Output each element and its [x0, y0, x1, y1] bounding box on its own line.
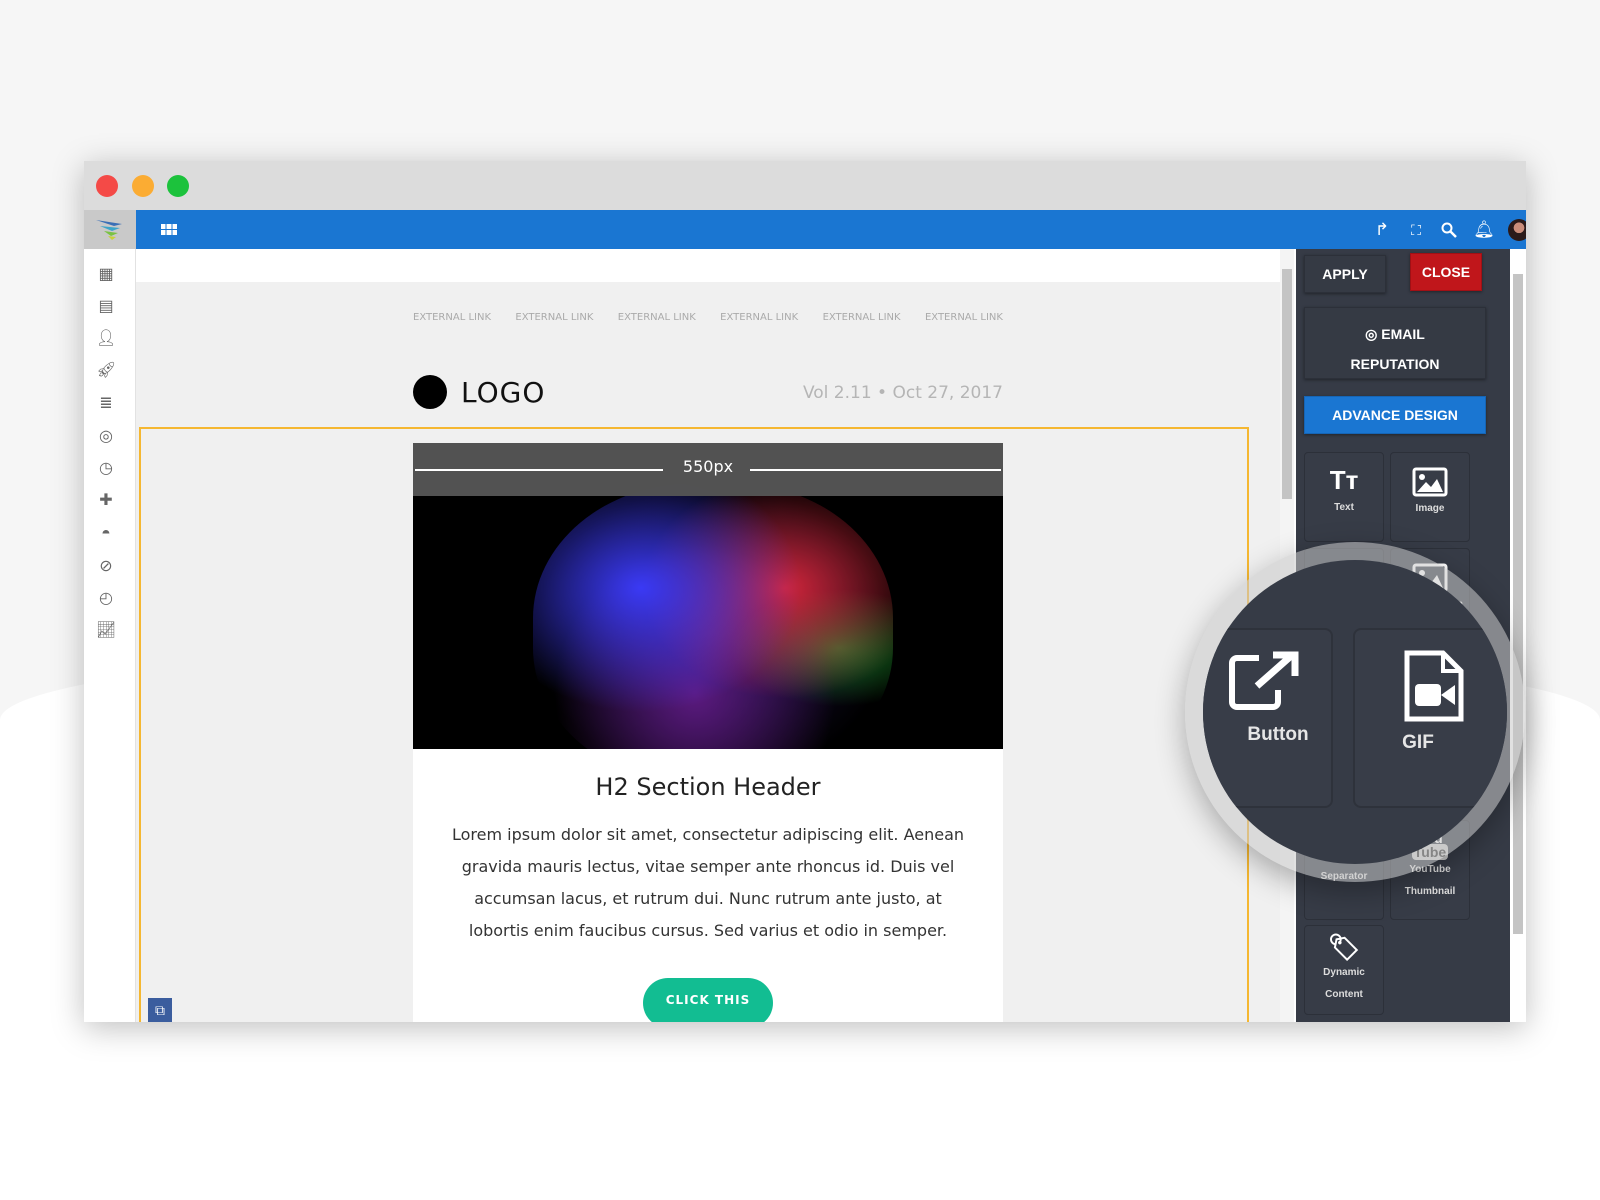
image-icon	[1412, 467, 1448, 497]
gif-tile[interactable]: GIF	[1353, 628, 1507, 808]
magnifier-callout: Button GIF	[1185, 542, 1525, 882]
hero-image[interactable]: 550px	[413, 443, 1003, 749]
chart-icon[interactable]: 📈︎	[96, 621, 116, 641]
external-link-icon	[1229, 651, 1299, 710]
external-link[interactable]: EXTERNAL LINK	[618, 312, 696, 323]
label: Content	[1325, 989, 1363, 1000]
width-indicator: 550px	[413, 443, 1003, 496]
email-canvas: EXTERNAL LINK EXTERNAL LINK EXTERNAL LIN…	[136, 249, 1294, 1022]
label: Thumbnail	[1404, 886, 1456, 897]
label: Text	[1334, 502, 1354, 513]
text-icon: Tт	[1329, 465, 1359, 495]
target-icon[interactable]: ◎	[96, 427, 116, 447]
label: REPUTATION	[1350, 356, 1440, 372]
minimize-window-button[interactable]	[132, 175, 154, 197]
label: Button	[1247, 724, 1309, 745]
external-link[interactable]: EXTERNAL LINK	[823, 312, 901, 323]
external-link[interactable]: EXTERNAL LINK	[720, 312, 798, 323]
button-tile[interactable]: Button	[1203, 628, 1333, 808]
issue-info: Vol 2.11 • Oct 27, 2017	[802, 383, 1003, 403]
bell-icon[interactable]: 🔔︎	[1473, 219, 1495, 241]
apply-button[interactable]: APPLY	[1304, 255, 1386, 293]
magnified-area: Button GIF	[1203, 560, 1507, 864]
advance-design-button[interactable]: ADVANCE DESIGN	[1304, 396, 1486, 434]
search-icon[interactable]	[1438, 219, 1460, 241]
share-icon[interactable]: ↱	[1371, 219, 1393, 241]
title-bar	[84, 161, 1526, 210]
clock-icon[interactable]: ◷	[96, 459, 116, 479]
menu-grid-icon[interactable]	[158, 219, 180, 241]
dashboard-icon[interactable]: ▦	[96, 265, 116, 285]
canvas-top-strip	[136, 249, 1280, 282]
scroll-thumb[interactable]	[1282, 269, 1292, 499]
maximize-window-button[interactable]	[167, 175, 189, 197]
copy-icon[interactable]: ⧉	[148, 998, 172, 1022]
scroll-thumb[interactable]	[1513, 274, 1523, 934]
email-content-block[interactable]: 550px H2 Section Header Lorem ipsum dolo…	[413, 443, 1003, 1022]
label: EMAIL	[1381, 326, 1425, 342]
avatar[interactable]	[1508, 219, 1526, 241]
logo-circle	[413, 375, 447, 409]
fullscreen-icon[interactable]: ⛶	[1405, 219, 1427, 241]
video-file-icon	[1404, 650, 1464, 722]
close-button[interactable]: CLOSE	[1410, 253, 1482, 291]
width-label: 550px	[682, 457, 734, 476]
close-window-button[interactable]	[96, 175, 118, 197]
email-logo: LOGO	[413, 375, 545, 409]
click-this-button[interactable]: CLICK THIS	[643, 978, 773, 1022]
label: Dynamic	[1323, 967, 1365, 978]
body-text[interactable]: Lorem ipsum dolor sit amet, consectetur …	[443, 819, 973, 947]
email-reputation-button[interactable]: ◎ EMAIL REPUTATION	[1304, 307, 1486, 379]
image-tile[interactable]: Image	[1390, 452, 1470, 542]
external-link[interactable]: EXTERNAL LINK	[515, 312, 593, 323]
external-links: EXTERNAL LINK EXTERNAL LINK EXTERNAL LIN…	[413, 312, 1003, 323]
panel-scrollbar[interactable]	[1510, 249, 1526, 1022]
external-link[interactable]: EXTERNAL LINK	[413, 312, 491, 323]
label: Image	[1415, 503, 1445, 514]
logo-text: LOGO	[461, 375, 546, 409]
face-glitter-image	[533, 483, 893, 749]
block-icon[interactable]: ⊘	[96, 557, 116, 577]
calendar-icon[interactable]: ▤	[96, 297, 116, 317]
puzzle-icon[interactable]: ✚	[96, 491, 116, 511]
sidebar: ▦ ▤ 👤︎ 🚀︎ ≣ ◎ ◷ ✚ ◓ ⊘ ◴ 📈︎	[84, 249, 136, 1022]
reputation-icon: ◎	[1365, 326, 1382, 342]
history-icon[interactable]: ◴	[96, 589, 116, 609]
dynamic-content-tile[interactable]: 🏷︎ Dynamic Content	[1304, 925, 1384, 1015]
database-icon[interactable]: ≣	[96, 394, 116, 414]
label: GIF	[1402, 732, 1434, 753]
gauge-icon[interactable]: ◓	[96, 524, 116, 544]
text-tile[interactable]: Tт Text	[1304, 452, 1384, 542]
top-navbar: ↱ ⛶ 🔔︎ ⚙ ☰	[136, 210, 1526, 249]
external-link[interactable]: EXTERNAL LINK	[925, 312, 1003, 323]
section-header[interactable]: H2 Section Header	[413, 773, 1003, 801]
brand-logo[interactable]	[84, 210, 136, 249]
user-icon[interactable]: 👤︎	[96, 329, 116, 349]
rocket-icon[interactable]: 🚀︎	[96, 361, 116, 381]
tag-icon: 🏷︎	[1327, 932, 1361, 962]
